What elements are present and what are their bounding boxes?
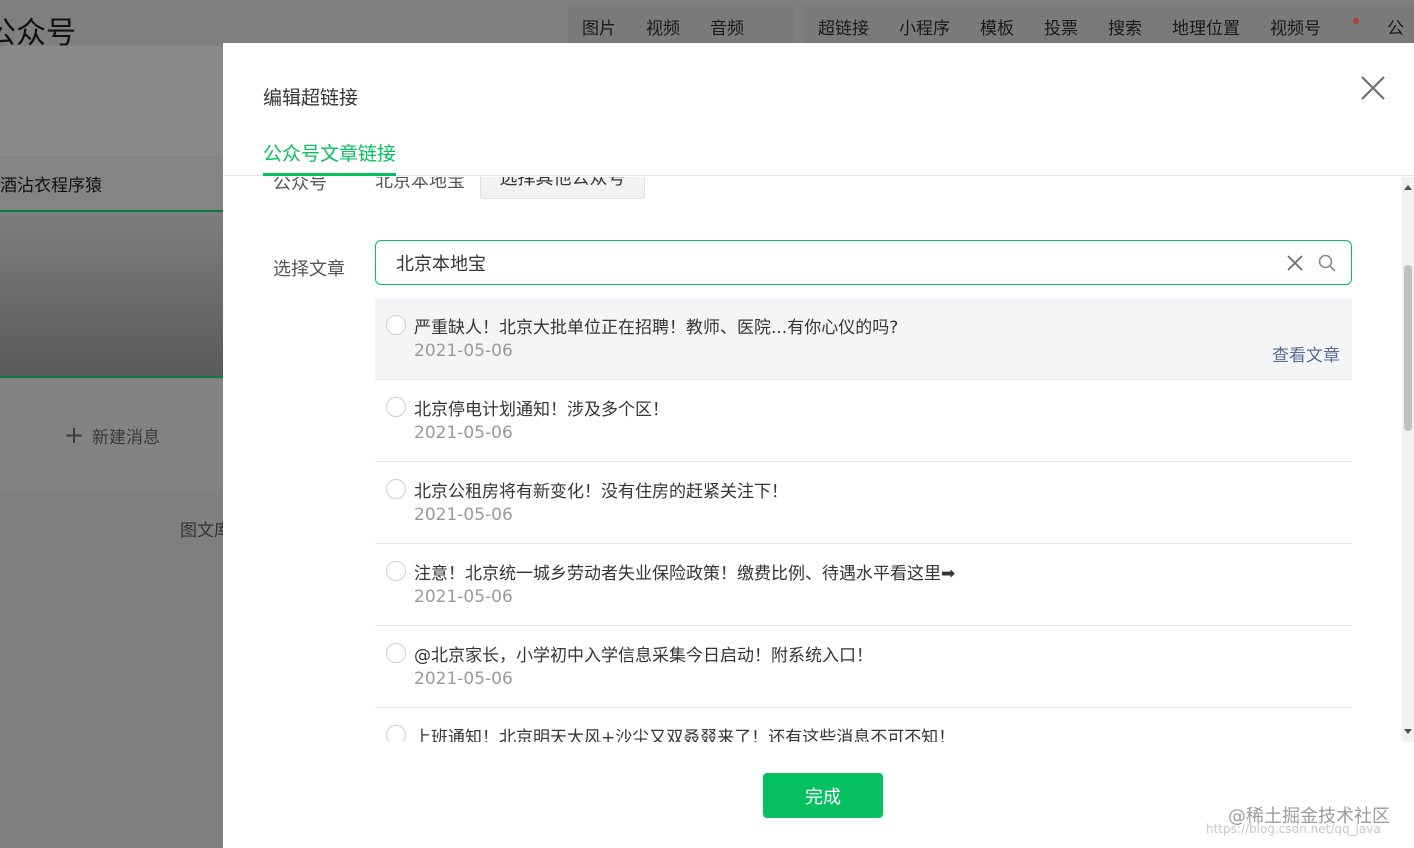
view-article-link[interactable]: 查看文章 <box>1272 341 1340 366</box>
article-title: @北京家长，小学初中入学信息采集今日启动！附系统入口！ <box>414 646 873 666</box>
toolbar-video[interactable]: 视频 <box>646 14 680 39</box>
article-title: 北京公租房将有新变化！没有住房的赶紧关注下！ <box>414 482 788 502</box>
select-article-label: 选择文章 <box>273 259 345 280</box>
new-message-label: 新建消息 <box>92 427 161 448</box>
article-radio[interactable] <box>386 397 406 417</box>
tab-article-link[interactable]: 公众号文章链接 <box>263 139 397 176</box>
article-radio[interactable] <box>386 725 406 742</box>
media-library-label: 图文库 <box>180 521 224 541</box>
dialog-title: 编辑超链接 <box>263 87 359 109</box>
account-row: 公众号 北京本地宝 选择其他公众号 <box>223 177 1414 199</box>
select-other-account-button[interactable]: 选择其他公众号 <box>480 177 645 199</box>
search-icon[interactable] <box>1317 253 1337 273</box>
article-title: 严重缺人！北京大批单位正在招聘！教师、医院...有你心仪的吗? <box>414 318 899 338</box>
watermark-url: https://blog.csdn.net/qq_java <box>1206 822 1381 836</box>
article-date: 2021-05-06 <box>414 669 513 689</box>
article-item[interactable]: @北京家长，小学初中入学信息采集今日启动！附系统入口！ 2021-05-06 <box>375 626 1352 708</box>
article-date: 2021-05-06 <box>414 505 513 525</box>
article-item[interactable]: 严重缺人！北京大批单位正在招聘！教师、医院...有你心仪的吗? 2021-05-… <box>375 298 1352 380</box>
toolbar-template[interactable]: 模板 <box>980 14 1014 39</box>
account-label: 公众号 <box>273 177 327 194</box>
done-button[interactable]: 完成 <box>763 773 883 818</box>
insert-toolbar: 超链接 小程序 模板 投票 搜索 地理位置 视频号 公 <box>804 6 1414 46</box>
toolbar-location[interactable]: 地理位置 <box>1172 14 1240 39</box>
article-item[interactable]: 北京公租房将有新变化！没有住房的赶紧关注下！ 2021-05-06 <box>375 462 1352 544</box>
article-date: 2021-05-06 <box>414 341 513 361</box>
account-name: 北京本地宝 <box>375 177 465 192</box>
edit-hyperlink-dialog: 编辑超链接 公众号文章链接 公众号 北京本地宝 选择其他公众号 选择文章 严重缺… <box>223 43 1414 848</box>
close-icon[interactable] <box>1360 75 1386 101</box>
article-date: 2021-05-06 <box>414 423 513 443</box>
sidebar-header <box>0 46 224 156</box>
notification-dot <box>1353 17 1359 24</box>
article-radio[interactable] <box>386 561 406 581</box>
clear-icon[interactable] <box>1285 253 1305 273</box>
article-title: 上班通知！北京明天大风+沙尘又双叒叕来了！还有这些消息不可不知！ <box>414 728 956 742</box>
media-toolbar: 图片 视频 音频 <box>568 6 794 46</box>
dialog-body: 公众号 北京本地宝 选择其他公众号 选择文章 严重缺人！北京大批单位正在招聘！教… <box>223 177 1414 742</box>
toolbar-vote[interactable]: 投票 <box>1044 14 1078 39</box>
article-radio[interactable] <box>386 479 406 499</box>
cover-preview[interactable] <box>0 212 224 378</box>
article-item[interactable]: 注意！北京统一城乡劳动者失业保险政策！缴费比例、待遇水平看这里➡ 2021-05… <box>375 544 1352 626</box>
toolbar-more[interactable]: 公 <box>1387 14 1404 39</box>
article-search-box <box>375 240 1352 285</box>
new-message-button[interactable]: + 新建消息 <box>0 380 224 490</box>
account-item[interactable]: 酒沾衣程序猿 <box>0 156 224 212</box>
article-date: 2021-05-06 <box>414 587 513 607</box>
article-item[interactable]: 上班通知！北京明天大风+沙尘又双叒叕来了！还有这些消息不可不知！ <box>375 708 1352 742</box>
list-scrollbar[interactable] <box>1402 177 1414 742</box>
scrollbar-thumb[interactable] <box>1404 265 1412 431</box>
article-radio[interactable] <box>386 315 406 335</box>
toolbar-audio[interactable]: 音频 <box>710 14 744 39</box>
article-radio[interactable] <box>386 643 406 663</box>
scroll-down-icon[interactable] <box>1404 729 1412 734</box>
toolbar-search[interactable]: 搜索 <box>1108 14 1142 39</box>
article-item[interactable]: 北京停电计划通知！涉及多个区！ 2021-05-06 <box>375 380 1352 462</box>
search-input[interactable] <box>396 251 1256 275</box>
toolbar-channels[interactable]: 视频号 <box>1270 14 1359 39</box>
article-list: 严重缺人！北京大批单位正在招聘！教师、医院...有你心仪的吗? 2021-05-… <box>375 298 1352 742</box>
scroll-up-icon[interactable] <box>1404 185 1412 190</box>
plus-icon: + <box>63 421 85 449</box>
dialog-header: 编辑超链接 公众号文章链接 <box>223 43 1414 176</box>
article-title: 注意！北京统一城乡劳动者失业保险政策！缴费比例、待遇水平看这里➡ <box>414 564 956 584</box>
article-title: 北京停电计划通知！涉及多个区！ <box>414 400 669 420</box>
toolbar-hyperlink[interactable]: 超链接 <box>818 14 869 39</box>
toolbar-image[interactable]: 图片 <box>582 14 616 39</box>
toolbar-miniprogram[interactable]: 小程序 <box>899 14 950 39</box>
